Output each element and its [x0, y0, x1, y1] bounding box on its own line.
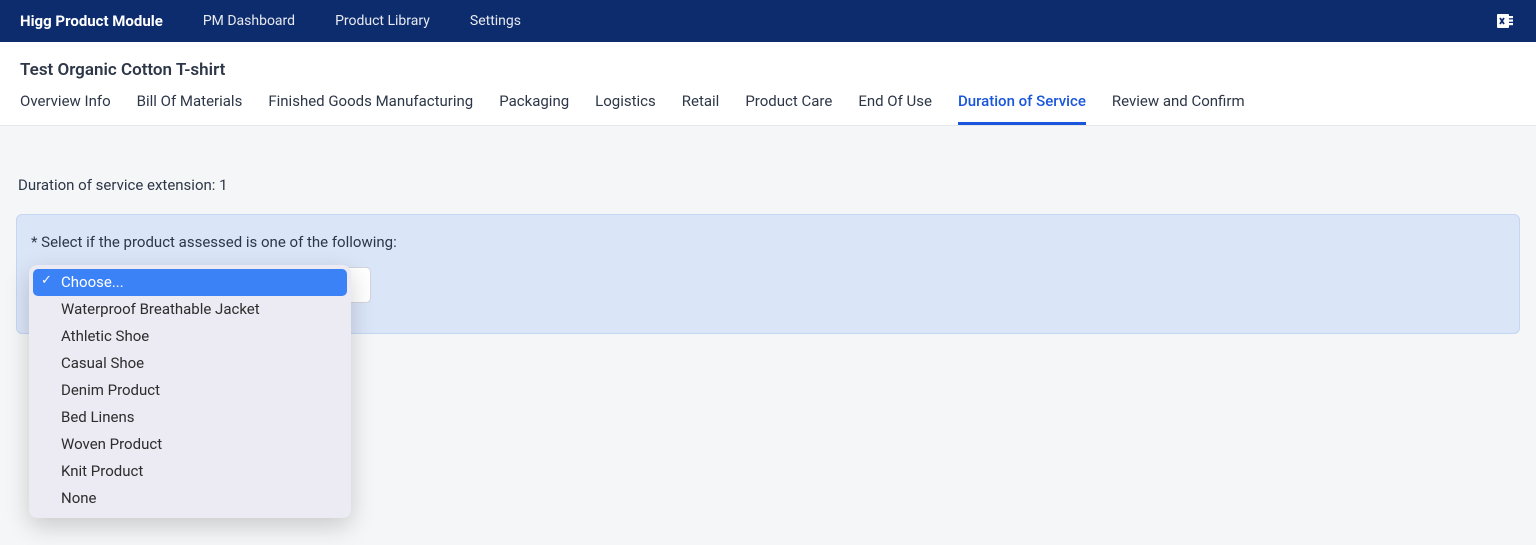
dropdown-option-knit[interactable]: Knit Product: [33, 458, 347, 485]
dropdown-option-denim[interactable]: Denim Product: [33, 377, 347, 404]
tab-review-confirm[interactable]: Review and Confirm: [1112, 92, 1245, 125]
sub-header: Test Organic Cotton T-shirt Overview Inf…: [0, 42, 1536, 126]
tab-bill-of-materials[interactable]: Bill Of Materials: [137, 92, 243, 125]
tabs: Overview Info Bill Of Materials Finished…: [20, 92, 1516, 125]
top-nav-left: Higg Product Module PM Dashboard Product…: [20, 12, 521, 30]
content-area: Duration of service extension: 1 * Selec…: [0, 126, 1536, 354]
tab-overview-info[interactable]: Overview Info: [20, 92, 111, 125]
top-nav-links: PM Dashboard Product Library Settings: [203, 13, 521, 29]
dropdown-option-wbj[interactable]: Waterproof Breathable Jacket: [33, 296, 347, 323]
dropdown-option-casual-shoe[interactable]: Casual Shoe: [33, 350, 347, 377]
dropdown-option-athletic-shoe[interactable]: Athletic Shoe: [33, 323, 347, 350]
dropdown-option-choose[interactable]: Choose...: [33, 269, 347, 296]
question-text: * Select if the product assessed is one …: [31, 233, 1505, 251]
dropdown-option-bed-linens[interactable]: Bed Linens: [33, 404, 347, 431]
tab-packaging[interactable]: Packaging: [499, 92, 569, 125]
export-excel-icon[interactable]: [1494, 10, 1516, 32]
tab-logistics[interactable]: Logistics: [595, 92, 656, 125]
tab-duration-of-service[interactable]: Duration of Service: [958, 92, 1086, 125]
question-panel: * Select if the product assessed is one …: [16, 214, 1520, 334]
dropdown-option-woven[interactable]: Woven Product: [33, 431, 347, 458]
nav-link-settings[interactable]: Settings: [470, 13, 521, 29]
tab-retail[interactable]: Retail: [682, 92, 720, 125]
top-nav: Higg Product Module PM Dashboard Product…: [0, 0, 1536, 42]
select-wrapper: Choose... Choose... Waterproof Breathabl…: [31, 267, 371, 303]
top-nav-right: [1494, 10, 1516, 32]
tab-end-of-use[interactable]: End Of Use: [858, 92, 932, 125]
tab-finished-goods[interactable]: Finished Goods Manufacturing: [268, 92, 473, 125]
nav-link-library[interactable]: Product Library: [335, 13, 430, 29]
dropdown-option-none[interactable]: None: [33, 485, 347, 512]
brand-title: Higg Product Module: [20, 12, 163, 30]
product-type-dropdown: Choose... Waterproof Breathable Jacket A…: [29, 265, 351, 518]
tab-product-care[interactable]: Product Care: [745, 92, 832, 125]
nav-link-dashboard[interactable]: PM Dashboard: [203, 13, 295, 29]
page-title: Test Organic Cotton T-shirt: [20, 60, 1516, 80]
section-label: Duration of service extension: 1: [18, 176, 1520, 194]
